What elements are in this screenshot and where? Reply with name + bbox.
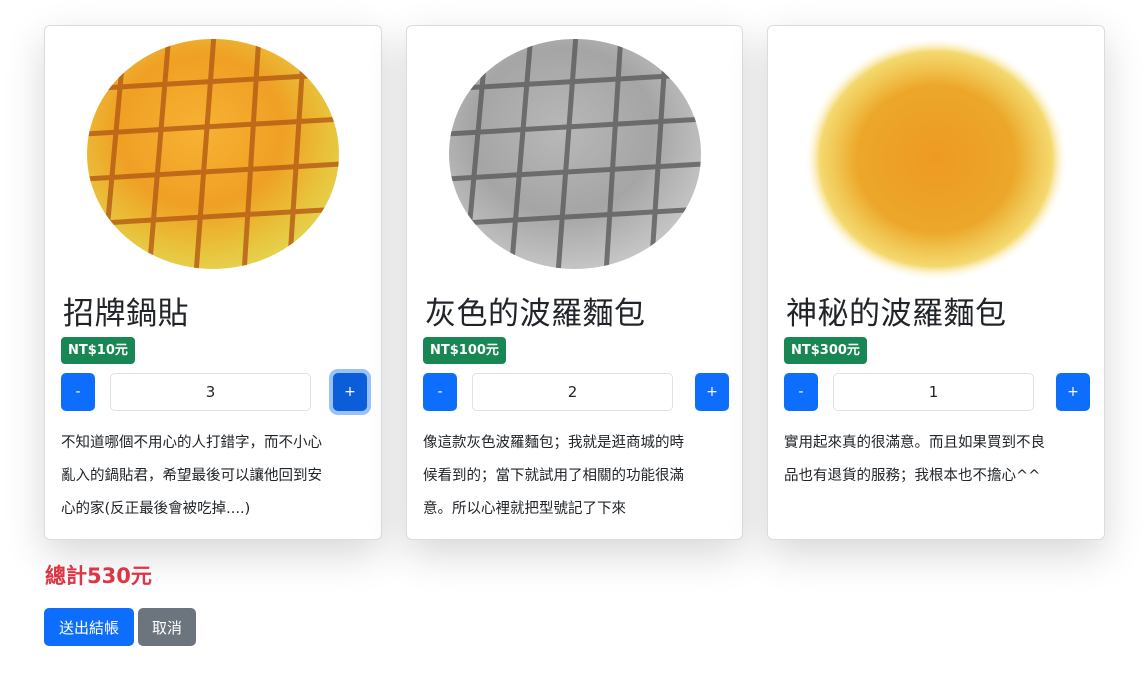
- decrease-button[interactable]: -: [61, 373, 95, 411]
- order-total: 總計530元: [45, 564, 152, 588]
- submit-checkout-button[interactable]: 送出結帳: [44, 608, 134, 646]
- increase-button[interactable]: +: [695, 373, 729, 411]
- product-card: 神秘的波羅麵包 NT$300元 - 1 + 實用起來真的很滿意。而且如果買到不良…: [767, 25, 1105, 540]
- quantity-stepper: - 3 +: [61, 373, 367, 411]
- description-line: 像這款灰色波羅麵包；我就是逛商城的時: [423, 435, 684, 451]
- product-description: 實用起來真的很滿意。而且如果買到不良 品也有退貨的服務；我根本也不擔心^^: [784, 427, 1084, 493]
- product-description: 不知道哪個不用心的人打錯字，而不小心 亂入的鍋貼君，希望最後可以讓他回到安 心的…: [61, 427, 361, 526]
- product-card: 招牌鍋貼 NT$10元 - 3 + 不知道哪個不用心的人打錯字，而不小心 亂入的…: [44, 25, 382, 540]
- description-line: 心的家(反正最後會被吃掉....): [61, 501, 251, 517]
- quantity-stepper: - 1 +: [784, 373, 1090, 411]
- product-title: 神秘的波羅麵包: [786, 296, 1007, 332]
- decrease-button[interactable]: -: [784, 373, 818, 411]
- description-line: 品也有退貨的服務；我根本也不擔心^^: [784, 468, 1041, 484]
- product-image: [407, 34, 742, 290]
- increase-button[interactable]: +: [1056, 373, 1090, 411]
- description-line: 不知道哪個不用心的人打錯字，而不小心: [61, 435, 322, 451]
- quantity-input[interactable]: 3: [110, 373, 311, 411]
- product-image: [768, 34, 1104, 290]
- cancel-button[interactable]: 取消: [138, 608, 196, 646]
- quantity-input[interactable]: 1: [833, 373, 1034, 411]
- product-card-list: 招牌鍋貼 NT$10元 - 3 + 不知道哪個不用心的人打錯字，而不小心 亂入的…: [44, 25, 1105, 540]
- description-line: 意。所以心裡就把型號記了下來: [423, 501, 626, 517]
- product-title: 灰色的波羅麵包: [425, 296, 646, 332]
- description-line: 候看到的；當下就試用了相關的功能很滿: [423, 468, 684, 484]
- product-description: 像這款灰色波羅麵包；我就是逛商城的時 候看到的；當下就試用了相關的功能很滿 意。…: [423, 427, 723, 526]
- description-line: 實用起來真的很滿意。而且如果買到不良: [784, 435, 1045, 451]
- quantity-stepper: - 2 +: [423, 373, 729, 411]
- decrease-button[interactable]: -: [423, 373, 457, 411]
- checkout-actions: 送出結帳 取消: [44, 608, 196, 646]
- product-card: 灰色的波羅麵包 NT$100元 - 2 + 像這款灰色波羅麵包；我就是逛商城的時…: [406, 25, 743, 540]
- product-image: [45, 34, 381, 290]
- price-badge: NT$10元: [61, 337, 135, 364]
- product-title: 招牌鍋貼: [63, 296, 189, 332]
- description-line: 亂入的鍋貼君，希望最後可以讓他回到安: [61, 468, 322, 484]
- increase-button[interactable]: +: [333, 373, 367, 411]
- price-badge: NT$300元: [784, 337, 867, 364]
- quantity-input[interactable]: 2: [472, 373, 673, 411]
- price-badge: NT$100元: [423, 337, 506, 364]
